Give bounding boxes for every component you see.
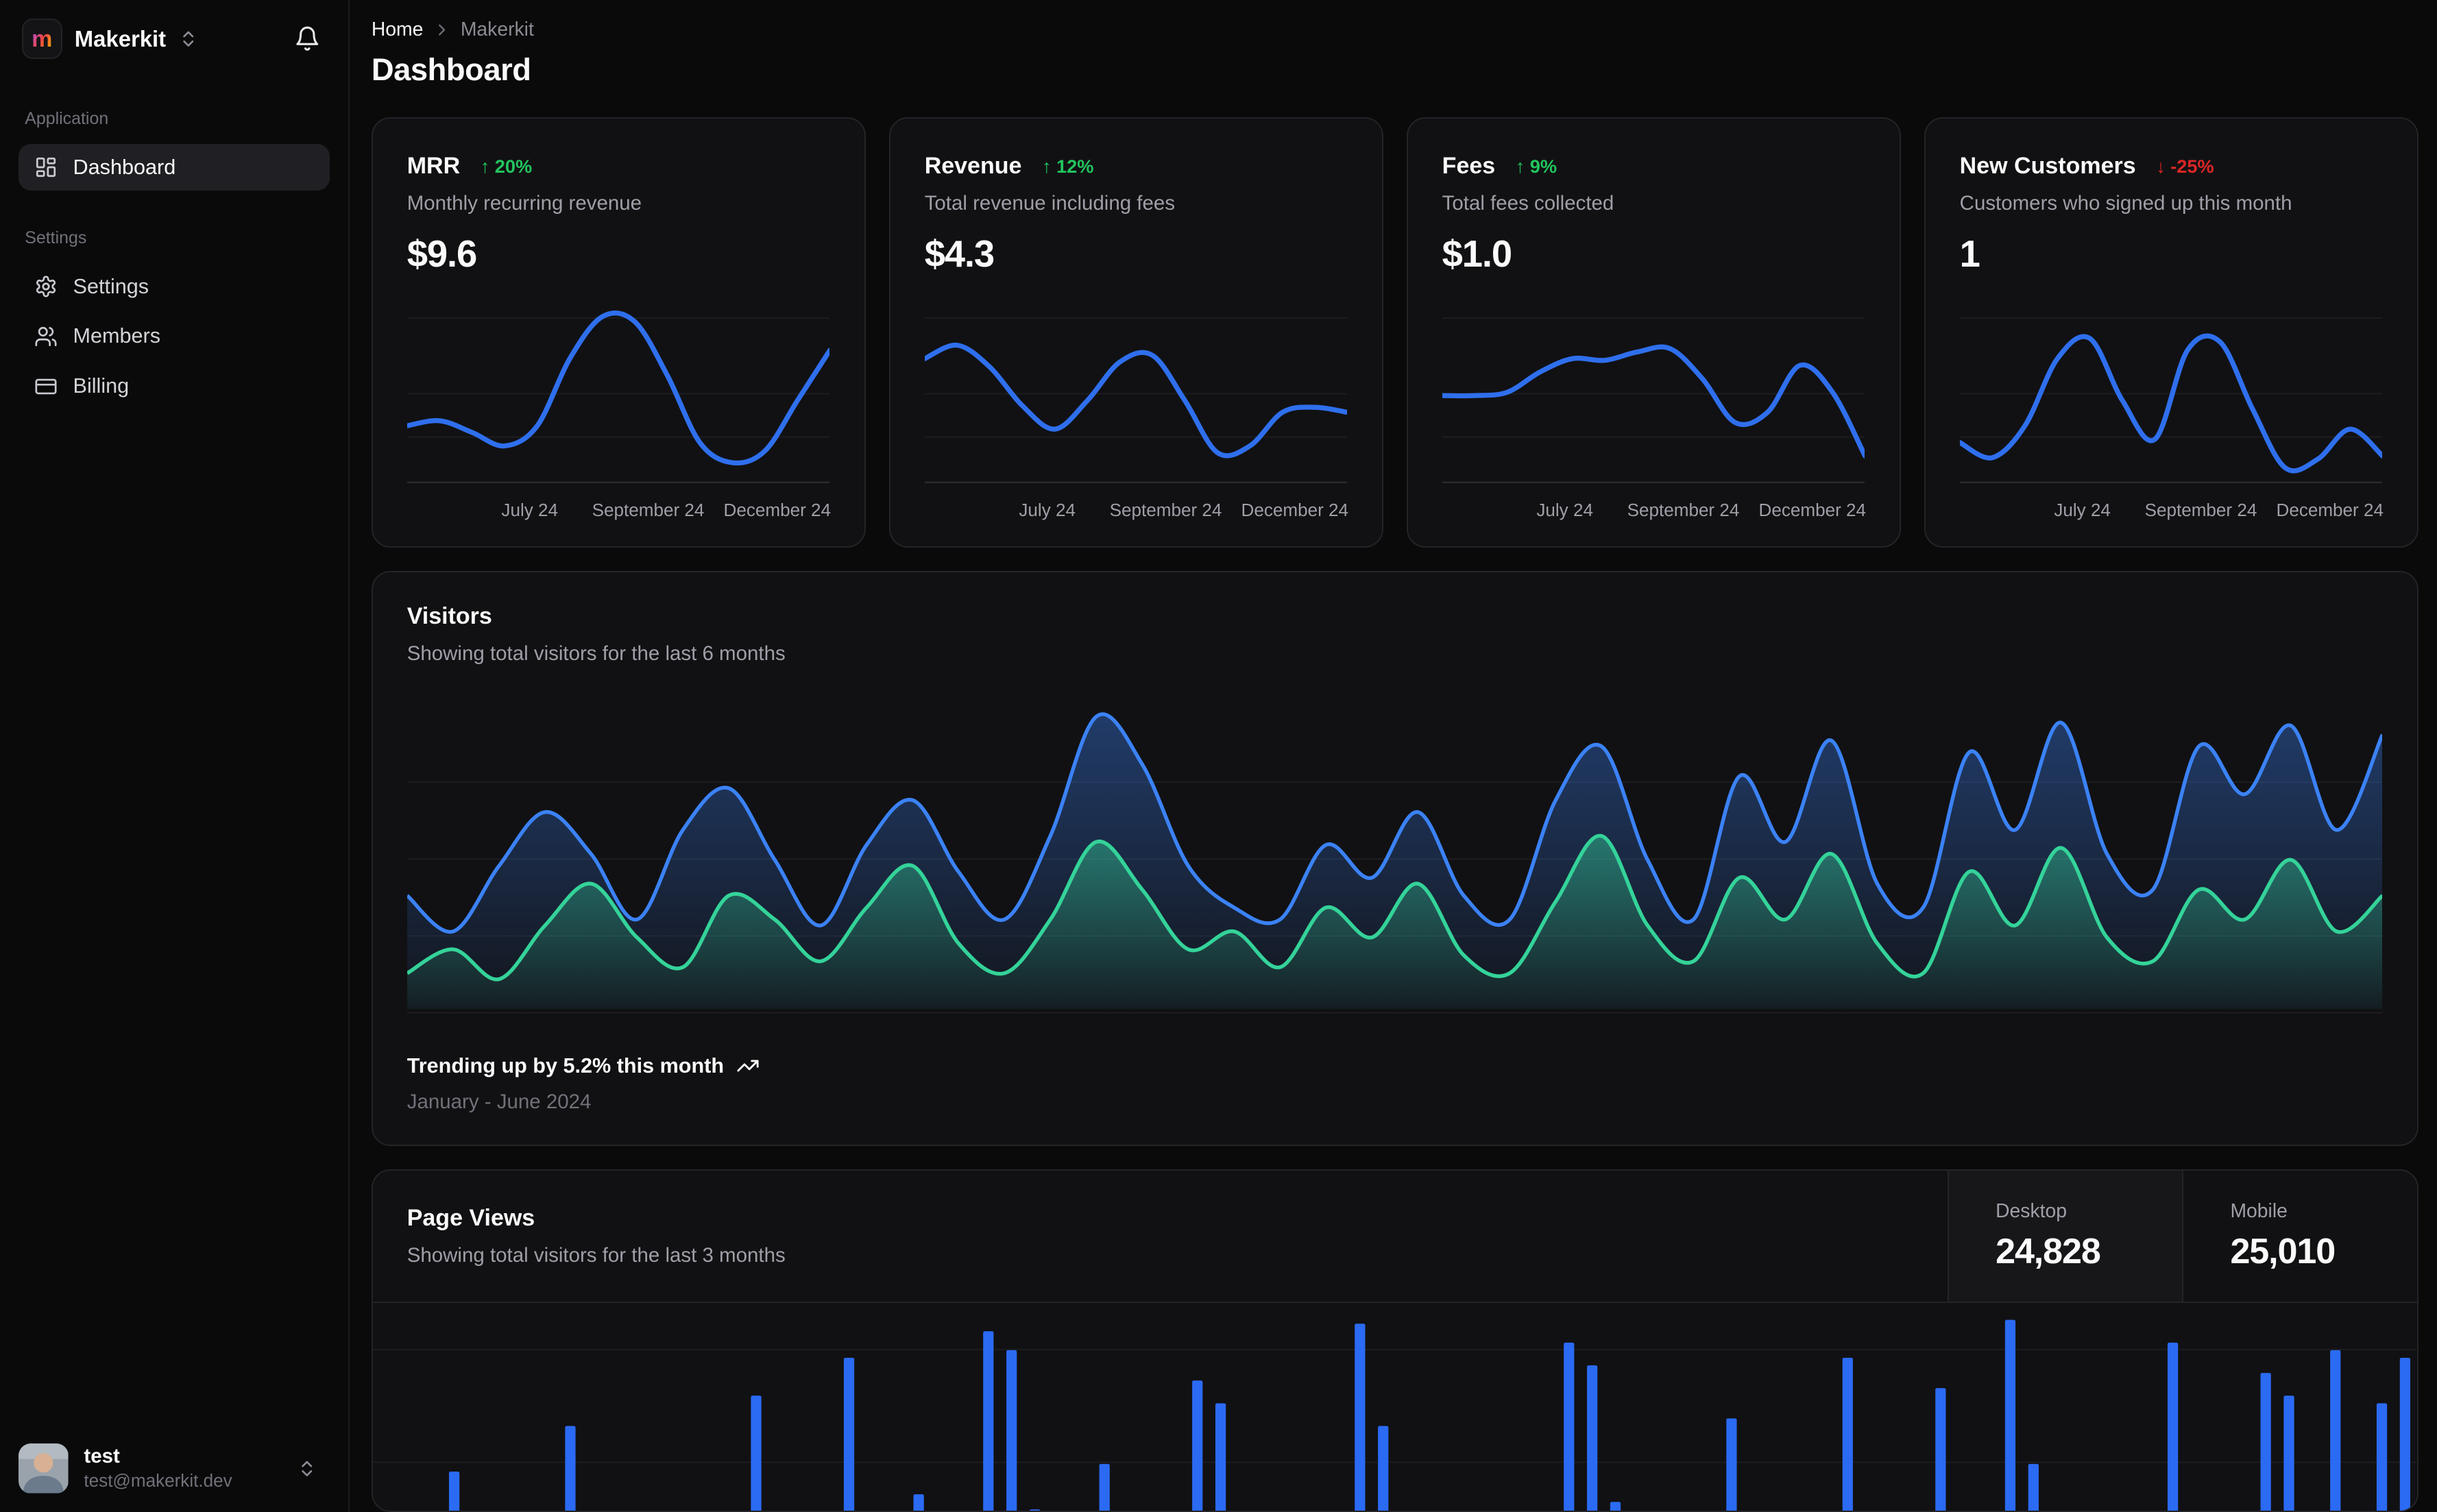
sidebar-item-billing[interactable]: Billing xyxy=(19,363,330,410)
page-views-subtitle: Showing total visitors for the last 3 mo… xyxy=(407,1244,786,1267)
x-axis-label: July 24 xyxy=(1019,499,1076,520)
stat-description: Customers who signed up this month xyxy=(1959,192,2292,215)
toggle-value: 25,010 xyxy=(2230,1231,2336,1271)
chevron-right-icon xyxy=(433,21,451,39)
page-views-header: Page Views Showing total visitors for th… xyxy=(372,1171,2417,1304)
x-axis-label: September 24 xyxy=(592,499,705,520)
x-axis-label: December 24 xyxy=(2276,499,2384,520)
stat-card-revenue: Revenue ↑ 12% Total revenue including fe… xyxy=(888,117,1383,548)
visitors-trend-text: Trending up by 5.2% this month xyxy=(407,1053,725,1077)
sidebar-item-settings[interactable]: Settings xyxy=(19,263,330,310)
nav-group-label-application: Application xyxy=(25,108,109,128)
visitors-date-range: January - June 2024 xyxy=(407,1090,592,1113)
sidebar-nav: Application Dashboard Settings Settings … xyxy=(0,71,348,1428)
stat-description: Total fees collected xyxy=(1442,192,1614,215)
page-title: Dashboard xyxy=(371,52,531,88)
sidebar-item-label: Dashboard xyxy=(73,155,176,179)
stat-title: Revenue xyxy=(924,153,1022,179)
stat-value: $4.3 xyxy=(924,233,995,276)
stat-card-mrr: MRR ↑ 20% Monthly recurring revenue $9.6… xyxy=(371,117,866,548)
stat-value: 1 xyxy=(1959,233,1980,276)
stat-cards-row: MRR ↑ 20% Monthly recurring revenue $9.6… xyxy=(371,117,2418,548)
user-name: test xyxy=(84,1444,120,1467)
stat-value: $1.0 xyxy=(1442,233,1512,276)
chevrons-up-down-icon xyxy=(297,1459,317,1478)
page-views-toggles: Desktop 24,828 Mobile 25,010 xyxy=(1948,1171,2417,1302)
x-axis-label: July 24 xyxy=(501,499,558,520)
stat-title: MRR xyxy=(407,153,461,179)
x-axis-labels: July 24 September 24 December 24 xyxy=(1442,496,1866,524)
x-axis-label: July 24 xyxy=(1536,499,1593,520)
user-avatar xyxy=(19,1443,69,1493)
trend-badge: ↑ 9% xyxy=(1515,155,1557,177)
fees-sparkline-chart xyxy=(1442,304,1865,484)
new-customers-sparkline-chart xyxy=(1959,304,2383,484)
sidebar-item-label: Members xyxy=(73,324,161,348)
breadcrumb: Home Makerkit xyxy=(372,19,2418,41)
visitors-subtitle: Showing total visitors for the last 6 mo… xyxy=(407,642,786,665)
toggle-label: Desktop xyxy=(1996,1200,2068,1223)
nav-group-label-settings: Settings xyxy=(25,228,87,247)
user-email: test@makerkit.dev xyxy=(84,1470,232,1491)
notifications-button[interactable] xyxy=(291,23,324,56)
x-axis-label: September 24 xyxy=(1627,499,1740,520)
visitors-title: Visitors xyxy=(407,602,492,629)
stat-value: $9.6 xyxy=(407,233,477,276)
workspace-selector[interactable]: m Makerkit xyxy=(21,19,278,60)
makerkit-logo: m xyxy=(21,19,62,60)
sidebar-item-label: Settings xyxy=(73,274,149,298)
layout-dashboard-icon xyxy=(34,156,58,179)
credit-card-icon xyxy=(34,375,58,398)
x-axis-labels: July 24 September 24 December 24 xyxy=(925,496,1348,524)
x-axis-label: December 24 xyxy=(1758,499,1866,520)
x-axis-label: September 24 xyxy=(2144,499,2257,520)
page-views-bar-chart xyxy=(372,1303,2417,1511)
toggle-desktop[interactable]: Desktop 24,828 xyxy=(1948,1171,2183,1302)
breadcrumb-current: Makerkit xyxy=(460,19,534,41)
sidebar: m Makerkit Application Dashboard Setting… xyxy=(0,0,350,1512)
revenue-sparkline-chart xyxy=(924,304,1348,484)
sidebar-item-members[interactable]: Members xyxy=(19,313,330,360)
user-meta: test test@makerkit.dev xyxy=(84,1444,281,1493)
toggle-label: Mobile xyxy=(2230,1200,2288,1223)
trending-up-icon xyxy=(736,1054,760,1077)
sidebar-item-dashboard[interactable]: Dashboard xyxy=(19,144,330,191)
breadcrumb-home[interactable]: Home xyxy=(372,19,424,41)
main-content: Home Makerkit Dashboard MRR ↑ 20% Monthl… xyxy=(350,0,2437,1512)
sidebar-header: m Makerkit xyxy=(0,0,348,71)
x-axis-labels: July 24 September 24 December 24 xyxy=(1960,496,2384,524)
trend-badge: ↑ 12% xyxy=(1041,155,1094,177)
stat-title: New Customers xyxy=(1959,153,2136,179)
page-views-card: Page Views Showing total visitors for th… xyxy=(371,1169,2418,1512)
users-icon xyxy=(34,325,58,348)
user-menu[interactable]: test test@makerkit.dev xyxy=(19,1443,330,1493)
trend-badge: ↓ -25% xyxy=(2156,155,2214,177)
x-axis-label: September 24 xyxy=(1109,499,1222,520)
stat-card-fees: Fees ↑ 9% Total fees collected $1.0 July… xyxy=(1406,117,1901,548)
sidebar-item-label: Billing xyxy=(73,374,130,398)
toggle-value: 24,828 xyxy=(1996,1231,2101,1271)
page-views-title: Page Views xyxy=(407,1205,535,1232)
stat-description: Monthly recurring revenue xyxy=(407,192,642,215)
chevrons-up-down-icon xyxy=(178,29,198,49)
x-axis-labels: July 24 September 24 December 24 xyxy=(407,496,832,524)
x-axis-label: December 24 xyxy=(723,499,832,520)
trend-badge: ↑ 20% xyxy=(480,155,533,177)
x-axis-label: July 24 xyxy=(2054,499,2111,520)
visitors-footer: Trending up by 5.2% this month January -… xyxy=(407,1054,2383,1114)
stat-card-new-customers: New Customers ↓ -25% Customers who signe… xyxy=(1924,117,2418,548)
visitors-area-chart xyxy=(407,706,2383,1014)
bell-icon xyxy=(294,25,321,52)
workspace-name: Makerkit xyxy=(74,25,167,51)
toggle-mobile[interactable]: Mobile 25,010 xyxy=(2182,1171,2416,1302)
logo-letter: m xyxy=(32,25,53,52)
visitors-card: Visitors Showing total visitors for the … xyxy=(371,570,2418,1147)
stat-description: Total revenue including fees xyxy=(924,192,1176,215)
x-axis-label: December 24 xyxy=(1241,499,1348,520)
stat-title: Fees xyxy=(1442,153,1496,179)
mrr-sparkline-chart xyxy=(407,304,830,484)
gear-icon xyxy=(34,275,58,298)
